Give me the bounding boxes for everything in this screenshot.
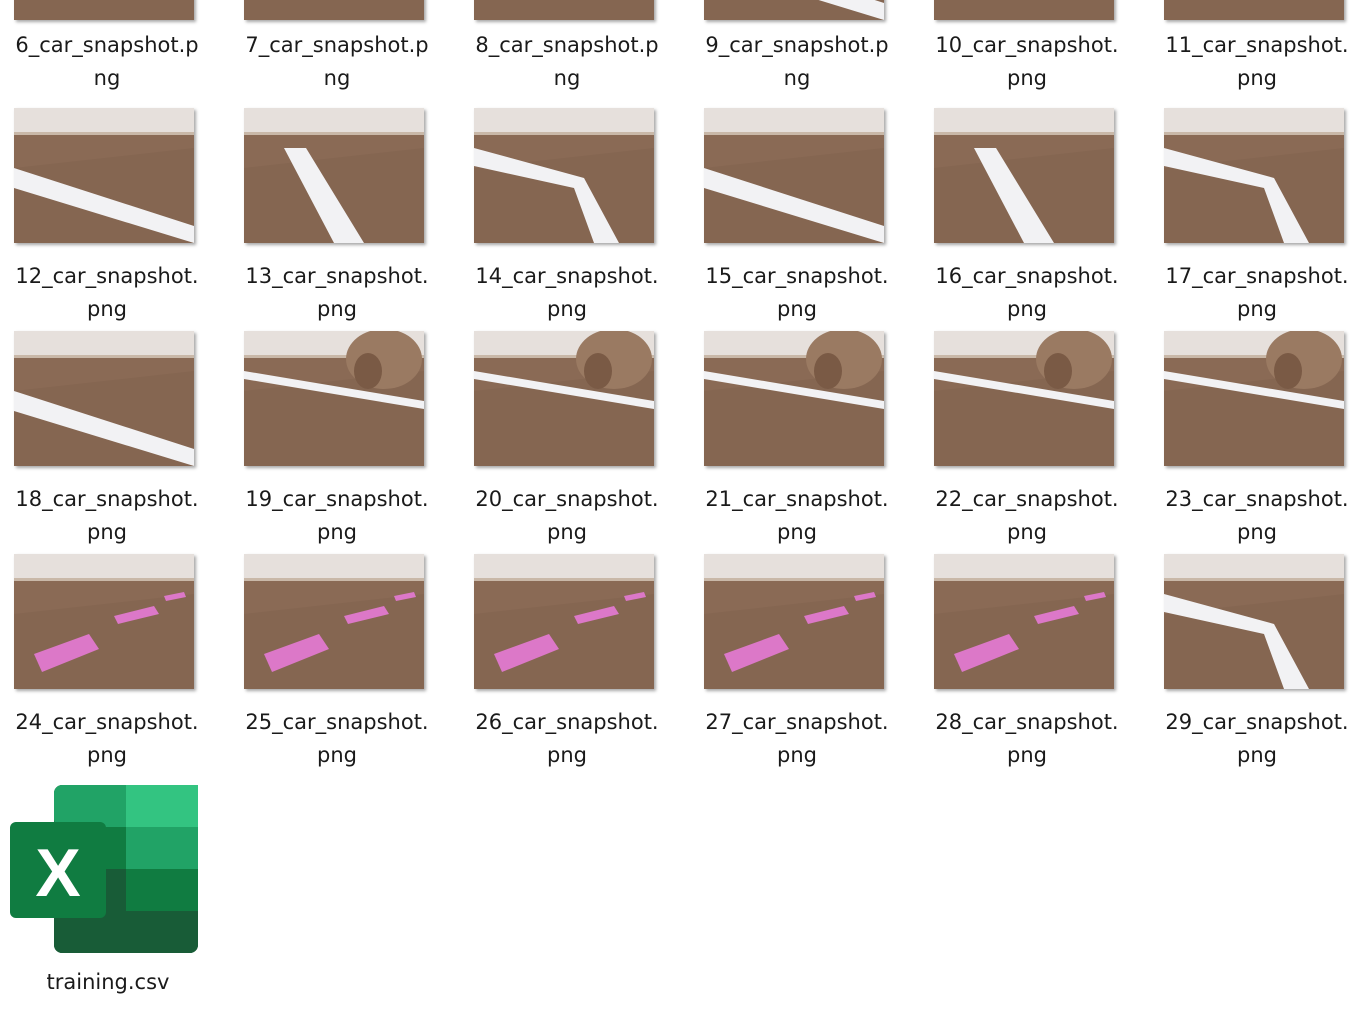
image-thumbnail [934,108,1114,243]
file-name-label: 11_car_snapshot.png [1165,33,1349,90]
file-item[interactable]: 13_car_snapshot.png [240,108,450,323]
file-item[interactable]: 29_car_snapshot.png [1160,554,1370,769]
file-name-label: 9_car_snapshot.png [705,33,889,90]
image-thumbnail [244,0,424,20]
image-thumbnail [14,331,194,466]
file-name-label: 21_car_snapshot.png [705,487,889,544]
file-name-label: 27_car_snapshot.png [705,710,889,767]
image-thumbnail [704,554,884,689]
file-item[interactable]: 17_car_snapshot.png [1160,108,1370,323]
image-thumbnail [14,0,194,20]
file-name-label: 8_car_snapshot.png [475,33,659,90]
image-thumbnail [934,0,1114,20]
file-item[interactable]: 12_car_snapshot.png [10,108,220,323]
image-thumbnail [704,0,884,20]
image-thumbnail [934,554,1114,689]
file-name-label: 12_car_snapshot.png [15,264,199,321]
file-name-label: 16_car_snapshot.png [935,264,1119,321]
file-name-label: 7_car_snapshot.png [245,33,429,90]
image-thumbnail [704,108,884,243]
file-item[interactable]: 26_car_snapshot.png [470,554,680,769]
file-item[interactable]: 14_car_snapshot.png [470,108,680,323]
image-thumbnail [1164,108,1344,243]
file-name-label: 24_car_snapshot.png [15,710,199,767]
excel-letter: X [35,835,80,911]
file-name-label: 13_car_snapshot.png [245,264,429,321]
file-name-label: 14_car_snapshot.png [475,264,659,321]
file-item[interactable]: 18_car_snapshot.png [10,331,220,546]
file-item[interactable]: 24_car_snapshot.png [10,554,220,769]
file-item[interactable]: 27_car_snapshot.png [700,554,910,769]
file-name-training-csv: training.csv [46,970,170,994]
file-name-label: 10_car_snapshot.png [935,33,1119,90]
image-thumbnail [1164,0,1344,20]
file-item[interactable]: 25_car_snapshot.png [240,554,450,769]
image-thumbnail [244,554,424,689]
image-thumbnail [244,331,424,466]
file-name-label: 23_car_snapshot.png [1165,487,1349,544]
file-name-label: 26_car_snapshot.png [475,710,659,767]
file-item[interactable]: 23_car_snapshot.png [1160,331,1370,546]
image-thumbnail [474,108,654,243]
image-thumbnail [1164,331,1344,466]
image-thumbnail [14,108,194,243]
file-item[interactable]: 28_car_snapshot.png [930,554,1140,769]
image-thumbnail [474,331,654,466]
file-name-label: 25_car_snapshot.png [245,710,429,767]
file-name-label: 15_car_snapshot.png [705,264,889,321]
image-thumbnail [704,331,884,466]
file-name-label: 17_car_snapshot.png [1165,264,1349,321]
file-item[interactable]: 22_car_snapshot.png [930,331,1140,546]
file-name-label: 22_car_snapshot.png [935,487,1119,544]
file-name-label: 20_car_snapshot.png [475,487,659,544]
image-thumbnail [244,108,424,243]
file-name-label: 6_car_snapshot.png [15,33,199,90]
excel-icon[interactable]: X [8,784,208,959]
image-thumbnail [474,554,654,689]
file-item[interactable]: 21_car_snapshot.png [700,331,910,546]
file-item[interactable]: 20_car_snapshot.png [470,331,680,546]
file-item[interactable]: 15_car_snapshot.png [700,108,910,323]
file-name-label: 18_car_snapshot.png [15,487,199,544]
file-name-label: 19_car_snapshot.png [245,487,429,544]
file-item[interactable]: 16_car_snapshot.png [930,108,1140,323]
file-item[interactable]: 19_car_snapshot.png [240,331,450,546]
image-thumbnail [14,554,194,689]
image-thumbnail [474,0,654,20]
image-thumbnail [934,331,1114,466]
file-name-label: 28_car_snapshot.png [935,710,1119,767]
image-thumbnail [1164,554,1344,689]
file-name-label: 29_car_snapshot.png [1165,710,1349,767]
file-explorer-icon-view: 6_car_snapshot.png 7_car_snapshot.png 8_ca… [0,0,1372,1023]
